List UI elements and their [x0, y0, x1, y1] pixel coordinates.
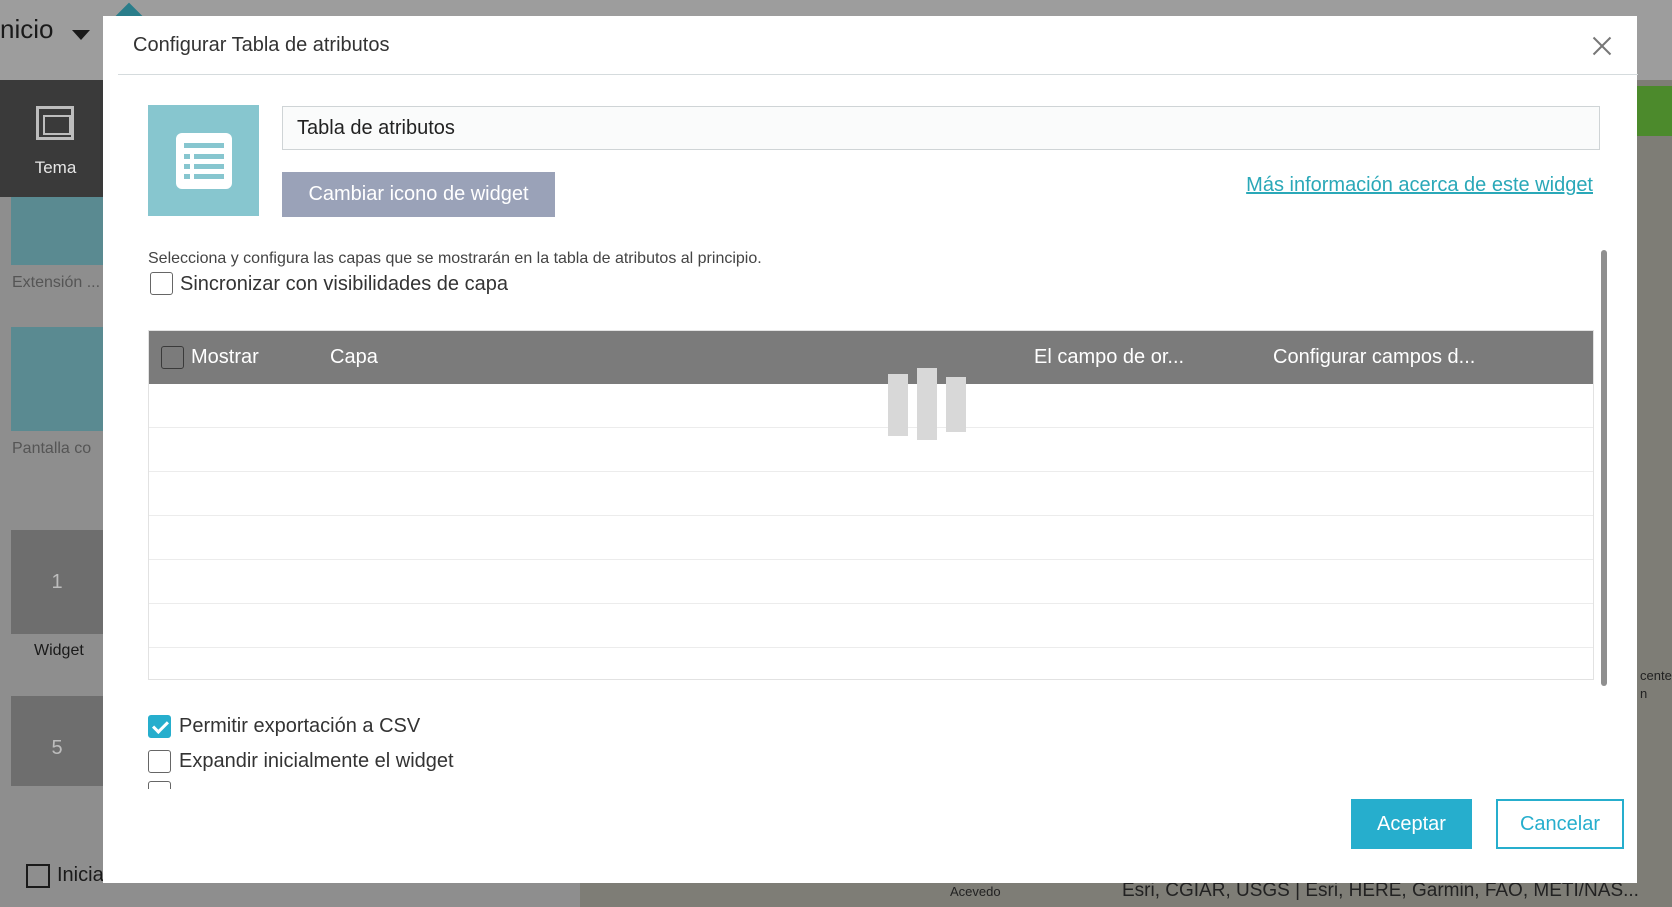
home-menu-label[interactable]: nicio: [0, 14, 53, 45]
dialog-divider: [118, 74, 1638, 75]
map-view[interactable]: [1636, 80, 1672, 907]
table-row: [149, 472, 1593, 516]
dialog-scrollbar[interactable]: [1601, 250, 1607, 686]
chevron-down-icon[interactable]: [72, 30, 90, 40]
widget-tile-label: Extensión ...: [12, 274, 101, 291]
column-header-show[interactable]: Mostrar: [191, 346, 259, 369]
map-place-label: Acevedo: [950, 884, 1001, 899]
widget-name-input[interactable]: [282, 106, 1600, 150]
layers-table: Mostrar Capa El campo de or... Configura…: [148, 330, 1594, 680]
widget-slot-number: 1: [51, 571, 63, 593]
cancel-button[interactable]: Cancelar: [1496, 799, 1624, 849]
theme-icon: [36, 106, 74, 140]
expand-initially-label[interactable]: Expandir inicialmente el widget: [179, 750, 454, 773]
column-header-configure-fields[interactable]: Configurar campos d...: [1273, 346, 1475, 369]
widget-icon-preview: [148, 105, 259, 216]
sidebar-tab-label: Tema: [34, 158, 77, 177]
map-place-label: n: [1640, 686, 1648, 701]
widget-slot-label: Widget: [34, 642, 84, 659]
table-row: [149, 384, 1593, 428]
widget-tile-extension[interactable]: [11, 197, 103, 265]
widget-slot-number: 5: [51, 737, 63, 759]
allow-csv-export-checkbox[interactable]: [148, 715, 171, 738]
allow-csv-export-label[interactable]: Permitir exportación a CSV: [179, 715, 420, 738]
layer-list-button[interactable]: [1636, 86, 1672, 136]
table-row: [149, 428, 1593, 472]
dialog-title: Configurar Tabla de atributos: [133, 34, 390, 56]
table-header: Mostrar Capa El campo de or... Configura…: [149, 331, 1593, 384]
select-all-checkbox[interactable]: [161, 346, 184, 369]
widget-slot-1[interactable]: 1: [11, 530, 103, 634]
more-info-link[interactable]: Más información acerca de este widget: [1246, 174, 1593, 197]
column-header-sort-field[interactable]: El campo de or...: [1034, 346, 1184, 369]
table-row: [149, 560, 1593, 604]
accept-button[interactable]: Aceptar: [1351, 799, 1472, 849]
change-widget-icon-button[interactable]: Cambiar icono de widget: [282, 172, 555, 217]
layers-description: Selecciona y configura las capas que se …: [148, 250, 762, 267]
sync-visibility-label[interactable]: Sincronizar con visibilidades de capa: [180, 273, 508, 296]
loading-spinner-icon: [888, 368, 972, 448]
sync-visibility-checkbox[interactable]: [150, 272, 173, 295]
widget-tile-label: Pantalla co: [12, 440, 92, 457]
launch-label[interactable]: Inicia: [57, 864, 104, 887]
table-list-icon: [176, 133, 232, 189]
launch-icon[interactable]: [26, 864, 50, 888]
close-icon[interactable]: [1586, 30, 1618, 62]
clipped-option-row: [148, 781, 848, 789]
sidebar-tab-tema[interactable]: Tema: [0, 80, 103, 197]
table-row: [149, 516, 1593, 560]
widget-slot-5[interactable]: 5: [11, 696, 103, 786]
map-place-label: cente: [1640, 668, 1672, 683]
table-row: [149, 604, 1593, 648]
expand-initially-checkbox[interactable]: [148, 750, 171, 773]
configure-widget-dialog: Configurar Tabla de atributos Cambiar ic…: [103, 16, 1638, 883]
map-attribution: Esri, CGIAR, USGS | Esri, HERE, Garmin, …: [1122, 880, 1639, 901]
column-header-layer[interactable]: Capa: [330, 346, 378, 369]
widget-tile-fullscreen[interactable]: [11, 327, 103, 431]
clipped-option-checkbox[interactable]: [148, 781, 171, 789]
